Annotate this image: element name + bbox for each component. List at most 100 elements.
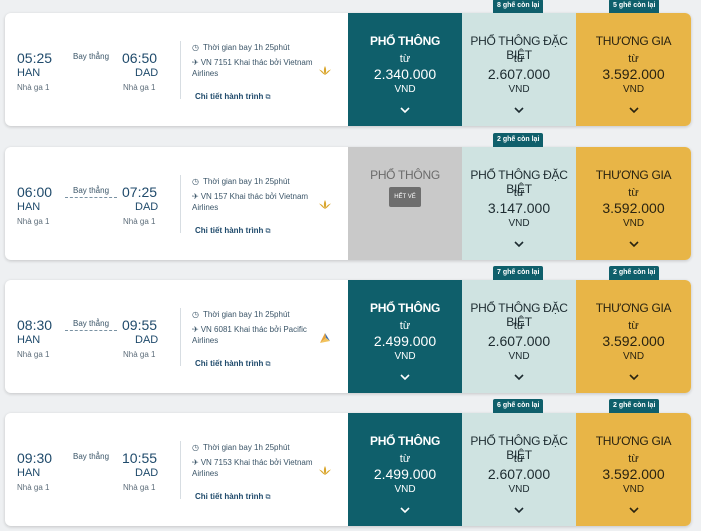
fare-price: 2.607.000	[487, 66, 551, 82]
arrival-airport: DAD	[135, 334, 159, 346]
arrival-time: 09:55	[122, 317, 158, 333]
fare-name: THƯƠNG GIA	[595, 434, 672, 448]
operator-text: VN 157 Khai thác bởi Vietnam Airlines	[192, 192, 309, 212]
seats-left-badge: 2 ghế còn lại	[609, 266, 660, 280]
seats-left-badge: 6 ghế còn lại	[493, 399, 544, 413]
departure-terminal: Nhà ga 1	[17, 83, 50, 92]
chevron-down-icon	[628, 507, 639, 514]
arrival-terminal: Nhà ga 1	[123, 483, 156, 492]
duration-text: Thời gian bay 1h 25phút	[202, 310, 290, 319]
lotus-logo-icon	[319, 66, 331, 75]
fare-currency: VND	[622, 84, 645, 95]
departure-terminal: Nhà ga 1	[17, 350, 50, 359]
itinerary-details-label: Chi tiết hành trình	[195, 92, 264, 101]
itinerary-details-link[interactable]: Chi tiết hành trình ⧉	[195, 92, 270, 102]
itinerary-details-link[interactable]: Chi tiết hành trình ⧉	[195, 226, 270, 236]
divider	[180, 175, 181, 233]
stops-label: Bay thẳng	[72, 52, 110, 61]
flight-card: 09:30 HAN Nhà ga 1 Bay thẳng 10:55 DAD N…	[5, 399, 691, 526]
lotus-logo-icon	[319, 200, 331, 209]
fare-name: PHỔ THÔNG	[370, 34, 440, 48]
fare-from-label: từ	[513, 187, 525, 199]
flight-duration: ◷ Thời gian bay 1h 25phút	[192, 443, 290, 452]
lotus-logo-icon	[319, 466, 331, 475]
fare-premium-economy[interactable]: 2 ghế còn lại PHỔ THÔNG ĐẶC BIỆT từ 3.14…	[462, 133, 576, 260]
operator-text: VN 7153 Khai thác bởi Vietnam Airlines	[192, 458, 313, 478]
operator-info: ✈ VN 157 Khai thác bởi Vietnam Airlines	[192, 191, 320, 213]
fare-economy[interactable]: PHỔ THÔNG từ 2.499.000 VND	[348, 413, 462, 526]
plane-icon: ✈	[192, 192, 199, 201]
flight-card: 08:30 HAN Nhà ga 1 Bay thẳng 09:55 DAD N…	[5, 266, 691, 393]
departure-airport: HAN	[17, 467, 41, 479]
fare-from-label: từ	[399, 453, 411, 465]
external-link-icon: ⧉	[265, 228, 271, 235]
arrival-airport: DAD	[135, 201, 159, 213]
fare-from-label: từ	[513, 53, 525, 65]
departure-airport: HAN	[17, 67, 41, 79]
fare-business[interactable]: 2 ghế còn lại THƯƠNG GIA từ 3.592.000 VN…	[576, 266, 691, 393]
sold-out-badge: HẾT VÉ	[389, 187, 421, 207]
external-link-icon: ⧉	[265, 94, 271, 101]
itinerary-details-link[interactable]: Chi tiết hành trình ⧉	[195, 492, 270, 502]
fare-price: 3.592.000	[602, 333, 665, 349]
arrival-terminal: Nhà ga 1	[123, 83, 156, 92]
chevron-down-icon	[628, 241, 639, 248]
fare-premium-economy[interactable]: 6 ghế còn lại PHỔ THÔNG ĐẶC BIỆT từ 2.60…	[462, 399, 576, 526]
fare-currency: VND	[622, 351, 645, 362]
duration-text: Thời gian bay 1h 25phút	[202, 43, 290, 52]
fare-name: THƯƠNG GIA	[595, 34, 672, 48]
itinerary-details-label: Chi tiết hành trình	[195, 226, 264, 235]
arrival-airport: DAD	[135, 467, 159, 479]
fare-currency: VND	[508, 351, 530, 362]
plane-icon: ✈	[192, 458, 199, 467]
departure-terminal: Nhà ga 1	[17, 217, 50, 226]
fare-premium-economy[interactable]: 8 ghế còn lại PHỔ THÔNG ĐẶC BIỆT từ 2.60…	[462, 0, 576, 126]
fare-price: 3.592.000	[602, 200, 665, 216]
fare-name: PHỔ THÔNG	[370, 168, 440, 182]
fare-name: PHỔ THÔNG	[370, 301, 440, 315]
chevron-down-icon	[514, 241, 524, 248]
flight-duration: ◷ Thời gian bay 1h 25phút	[192, 177, 290, 186]
fare-price: 2.499.000	[373, 466, 437, 482]
operator-info: ✈ VN 7151 Khai thác bởi Vietnam Airlines	[192, 57, 320, 79]
itinerary-details-link[interactable]: Chi tiết hành trình ⧉	[195, 359, 270, 369]
departure-airport: HAN	[17, 334, 41, 346]
flight-info: 06:00 HAN Nhà ga 1 Bay thẳng 07:25 DAD N…	[5, 147, 348, 260]
arrival-terminal: Nhà ga 1	[123, 217, 156, 226]
fare-business[interactable]: THƯƠNG GIA từ 3.592.000 VND	[576, 147, 691, 260]
fare-price: 3.592.000	[602, 66, 665, 82]
fare-name: THƯƠNG GIA	[595, 168, 672, 182]
fare-economy[interactable]: PHỔ THÔNG từ 2.499.000 VND	[348, 280, 462, 393]
fare-price: 2.340.000	[373, 66, 437, 82]
arrival-time: 06:50	[122, 50, 158, 66]
fare-price: 2.607.000	[487, 466, 551, 482]
chevron-down-icon	[400, 107, 410, 114]
pacific-airlines-logo-icon	[320, 333, 330, 343]
flight-duration: ◷ Thời gian bay 1h 25phút	[192, 43, 290, 52]
itinerary-details-label: Chi tiết hành trình	[195, 359, 264, 368]
plane-icon: ✈	[192, 58, 199, 67]
fare-business[interactable]: 2 ghế còn lại THƯƠNG GIA từ 3.592.000 VN…	[576, 399, 691, 526]
arrival-airport: DAD	[135, 67, 159, 79]
stops-label: Bay thẳng	[65, 319, 117, 331]
plane-icon: ✈	[192, 325, 199, 334]
seats-left-badge: 2 ghế còn lại	[493, 133, 544, 147]
divider	[180, 41, 181, 99]
chevron-down-icon	[628, 374, 639, 381]
arrival-time: 07:25	[122, 184, 158, 200]
chevron-down-icon	[628, 107, 639, 114]
departure-time: 08:30	[17, 317, 53, 333]
fare-currency: VND	[394, 351, 416, 362]
stops-label: Bay thẳng	[65, 186, 117, 198]
fare-premium-economy[interactable]: 7 ghế còn lại PHỔ THÔNG ĐẶC BIỆT từ 2.60…	[462, 266, 576, 393]
chevron-down-icon	[514, 507, 524, 514]
fare-price: 2.607.000	[487, 333, 551, 349]
departure-time: 06:00	[17, 184, 53, 200]
fare-from-label: từ	[628, 453, 639, 465]
chevron-down-icon	[514, 107, 524, 114]
seats-left-badge: 8 ghế còn lại	[493, 0, 544, 13]
departure-time: 05:25	[17, 50, 53, 66]
fare-economy[interactable]: PHỔ THÔNG từ 2.340.000 VND	[348, 13, 462, 126]
fare-business[interactable]: 5 ghế còn lại THƯƠNG GIA từ 3.592.000 VN…	[576, 0, 691, 126]
seats-left-badge: 2 ghế còn lại	[609, 399, 660, 413]
